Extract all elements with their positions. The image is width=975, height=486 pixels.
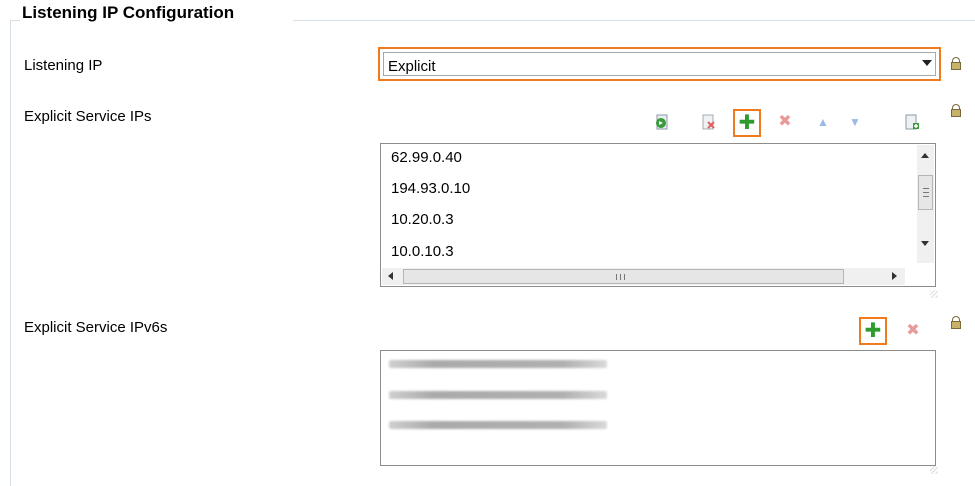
resize-grip[interactable] — [930, 466, 938, 474]
group-border-top-left — [10, 20, 20, 21]
chevron-down-icon[interactable] — [922, 60, 932, 66]
remove-icon: ✖ — [906, 322, 920, 339]
explicit-ips-list[interactable]: 62.99.0.40 194.93.0.10 10.20.0.3 10.0.10… — [380, 143, 936, 287]
add-icon: ✚ — [738, 112, 756, 134]
remove-icon: ✖ — [778, 113, 792, 130]
move-up-button[interactable]: ▲ — [812, 111, 834, 133]
add-ip-button[interactable]: ✚ — [733, 109, 761, 137]
redacted-list-item[interactable] — [389, 360, 607, 368]
explicit-service-ips-label: Explicit Service IPs — [24, 108, 152, 125]
scroll-right-arrow-icon[interactable] — [892, 272, 897, 280]
lock-icon[interactable] — [951, 57, 961, 70]
explicit-ipv6-list[interactable] — [380, 350, 936, 466]
horizontal-scroll-thumb[interactable] — [403, 269, 844, 284]
vertical-scrollbar[interactable] — [917, 145, 934, 263]
group-title: Listening IP Configuration — [22, 3, 239, 23]
import-icon[interactable] — [651, 111, 673, 133]
scroll-down-arrow-icon[interactable] — [921, 241, 929, 246]
list-item[interactable]: 10.20.0.3 — [391, 211, 454, 228]
delete-doc-icon[interactable] — [697, 111, 719, 133]
listening-ip-dropdown[interactable]: Explicit — [378, 47, 941, 81]
resize-grip[interactable] — [930, 290, 938, 298]
list-item[interactable]: 194.93.0.10 — [391, 180, 470, 197]
scroll-up-arrow-icon[interactable] — [921, 153, 929, 158]
group-border-left — [10, 20, 11, 486]
vertical-scroll-thumb[interactable] — [918, 175, 933, 210]
move-down-icon: ▼ — [849, 115, 861, 129]
listening-ip-value: Explicit — [388, 58, 436, 75]
group-border-top — [293, 20, 975, 21]
remove-ip-button[interactable]: ✖ — [774, 111, 796, 133]
redacted-list-item[interactable] — [389, 421, 607, 429]
listening-ip-label: Listening IP — [24, 57, 103, 74]
list-item[interactable]: 10.0.10.3 — [391, 243, 454, 260]
remove-ipv6-button[interactable]: ✖ — [902, 320, 924, 342]
move-up-icon: ▲ — [817, 115, 829, 129]
lock-icon[interactable] — [951, 316, 961, 329]
new-doc-icon[interactable] — [901, 111, 923, 133]
lock-icon[interactable] — [951, 104, 961, 117]
add-ipv6-button[interactable]: ✚ — [859, 317, 887, 345]
list-item[interactable]: 62.99.0.40 — [391, 149, 462, 166]
scroll-left-arrow-icon[interactable] — [388, 272, 393, 280]
redacted-list-item[interactable] — [389, 391, 607, 399]
horizontal-scrollbar[interactable] — [382, 268, 905, 285]
move-down-button[interactable]: ▼ — [844, 111, 866, 133]
add-icon: ✚ — [864, 320, 882, 342]
explicit-service-ipv6s-label: Explicit Service IPv6s — [24, 319, 168, 336]
